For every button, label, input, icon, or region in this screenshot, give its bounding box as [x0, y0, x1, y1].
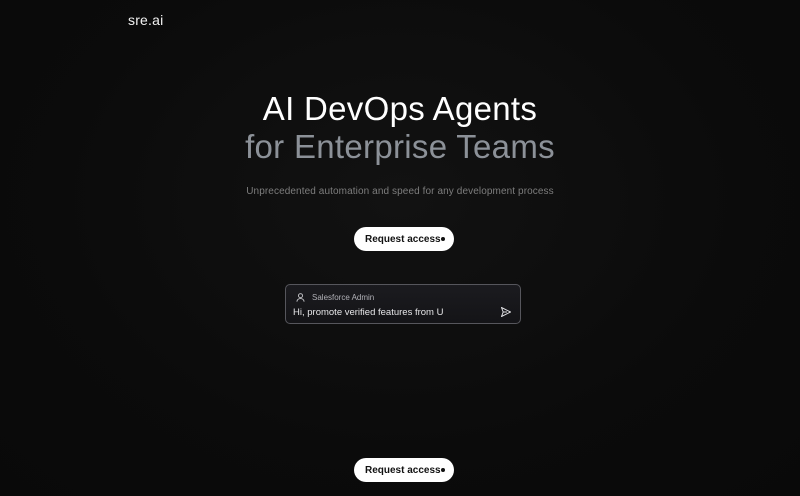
- dot-icon: [441, 237, 445, 241]
- request-access-button[interactable]: Request access: [354, 227, 454, 251]
- request-access-footer-label: Request access: [365, 464, 441, 476]
- send-icon[interactable]: [500, 306, 512, 318]
- landing-page: sre.ai AI DevOps Agents for Enterprise T…: [0, 0, 800, 496]
- user-icon: [296, 293, 305, 302]
- request-access-label: Request access: [365, 233, 441, 245]
- chat-user: Salesforce Admin: [295, 292, 374, 303]
- hero-headline-primary: AI DevOps Agents: [262, 90, 538, 127]
- chat-input-box[interactable]: Salesforce Admin Hi, promote verified fe…: [285, 284, 521, 324]
- chat-user-label: Salesforce Admin: [312, 293, 375, 302]
- hero-headline-secondary: for Enterprise Teams: [245, 128, 555, 165]
- logo[interactable]: sre.ai: [128, 12, 163, 28]
- chat-message-text[interactable]: Hi, promote verified features from U: [293, 307, 443, 318]
- dot-icon: [441, 468, 445, 472]
- request-access-button-footer[interactable]: Request access: [354, 458, 454, 482]
- hero-subtitle: Unprecedented automation and speed for a…: [246, 186, 554, 197]
